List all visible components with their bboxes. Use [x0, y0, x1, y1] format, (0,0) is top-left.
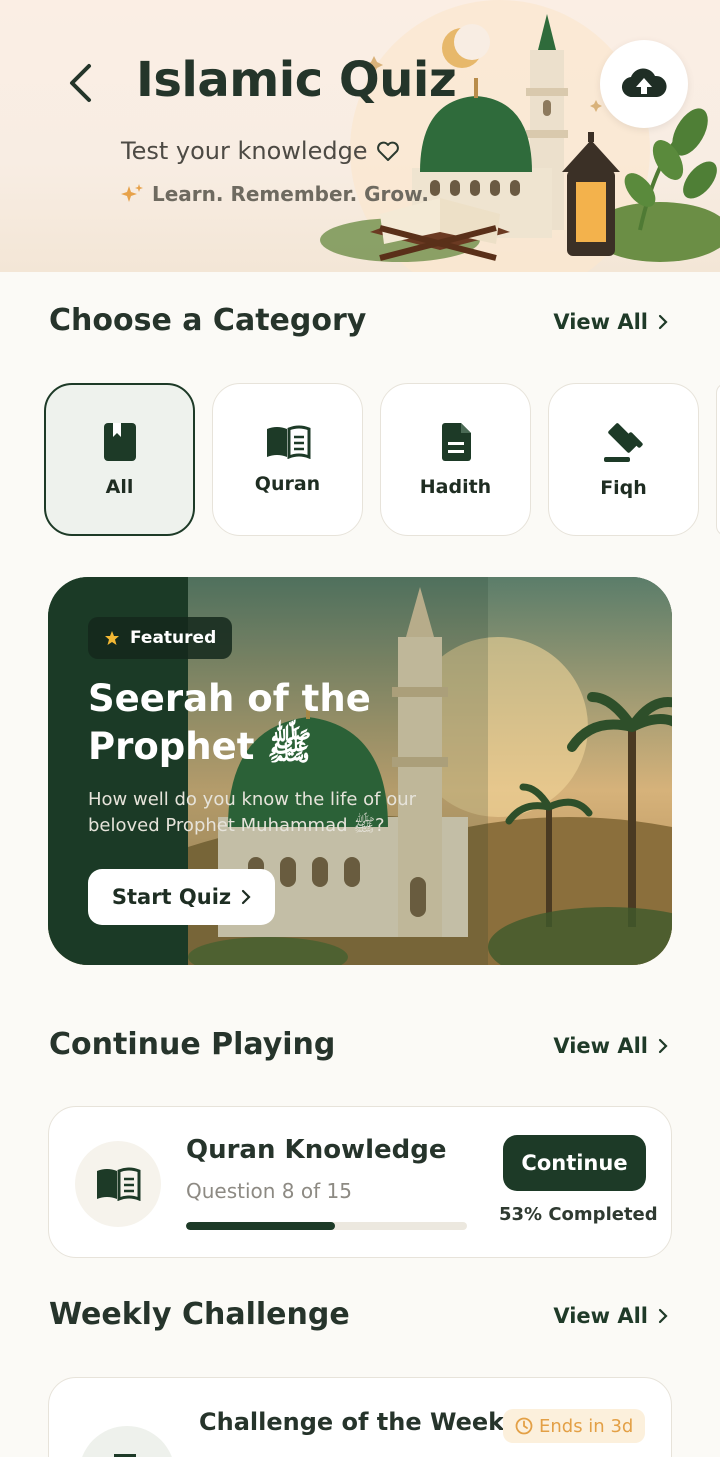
category-label: All: [105, 475, 134, 498]
category-label: Hadith: [419, 475, 492, 498]
view-all-label: View All: [553, 1034, 648, 1058]
open-book-icon: [266, 425, 310, 459]
bookmark-book-icon: [103, 422, 136, 461]
ends-in-label: Ends in 3d: [539, 1415, 634, 1437]
back-button[interactable]: [58, 55, 102, 111]
continue-view-all-link[interactable]: View All: [553, 1034, 668, 1058]
cloud-upload-icon: [621, 68, 667, 98]
view-all-label: View All: [553, 1304, 648, 1328]
category-section-title: Choose a Category: [49, 303, 367, 338]
sparkle-icon: [121, 184, 143, 202]
clock-icon: [515, 1417, 533, 1435]
featured-title: Seerah of the Prophet ﷺ: [88, 677, 371, 768]
chevron-left-icon: [70, 64, 91, 102]
ends-in-badge: Ends in 3d: [503, 1409, 646, 1443]
view-all-label: View All: [553, 310, 648, 334]
start-quiz-button[interactable]: Start Quiz: [88, 869, 275, 925]
category-all[interactable]: All: [44, 383, 195, 536]
completed-percent-text: 53% Completed: [499, 1204, 658, 1225]
page-title: Islamic Quiz: [136, 52, 457, 108]
continue-section-title: Continue Playing: [49, 1027, 336, 1062]
progress-fill: [186, 1222, 335, 1230]
star-icon: [105, 631, 119, 645]
featured-quiz-card[interactable]: Featured Seerah of the Prophet ﷺ How wel…: [48, 577, 672, 965]
category-hadith[interactable]: Hadith: [380, 383, 531, 536]
heart-icon: [376, 141, 399, 161]
open-book-icon: [97, 1167, 141, 1201]
featured-badge-label: Featured: [130, 628, 217, 648]
header: Islamic Quiz Test your knowledge Learn. …: [0, 0, 720, 272]
upload-button[interactable]: [600, 40, 688, 128]
weekly-view-all-link[interactable]: View All: [553, 1304, 668, 1328]
progress-bar: [186, 1222, 467, 1230]
gavel-icon: [603, 422, 643, 462]
chevron-right-icon: [658, 1308, 668, 1324]
mosque-illustration: [320, 0, 720, 272]
continue-quiz-card[interactable]: Quran Knowledge Question 8 of 15 Continu…: [48, 1106, 672, 1258]
chevron-right-icon: [242, 889, 251, 905]
category-label: Quran: [254, 472, 321, 495]
category-quran[interactable]: Quran: [212, 383, 363, 536]
featured-badge: Featured: [88, 617, 233, 659]
weekly-challenge-card[interactable]: Challenge of the Week Ends in 3d: [48, 1377, 672, 1457]
category-label: Fiqh: [600, 476, 647, 499]
chevron-right-icon: [658, 314, 668, 330]
document-icon: [441, 422, 471, 461]
challenge-icon-wrapper: [79, 1426, 175, 1457]
category-view-all-link[interactable]: View All: [553, 310, 668, 334]
tagline-text: Learn. Remember. Grow.: [152, 182, 429, 206]
quiz-title: Quran Knowledge: [186, 1135, 447, 1165]
category-next-card-partial[interactable]: [716, 383, 720, 536]
question-progress-text: Question 8 of 15: [186, 1179, 352, 1203]
featured-description: How well do you know the life of our bel…: [88, 789, 417, 836]
subtitle: Test your knowledge: [121, 137, 400, 165]
weekly-section-title: Weekly Challenge: [49, 1297, 350, 1332]
chevron-right-icon: [658, 1038, 668, 1054]
subtitle-text: Test your knowledge: [121, 137, 368, 165]
start-quiz-label: Start Quiz: [111, 885, 232, 909]
category-fiqh[interactable]: Fiqh: [548, 383, 699, 536]
challenge-title: Challenge of the Week: [199, 1408, 505, 1436]
quiz-icon-wrapper: [75, 1141, 161, 1227]
tagline: Learn. Remember. Grow.: [120, 182, 429, 206]
continue-button[interactable]: Continue: [503, 1135, 646, 1191]
